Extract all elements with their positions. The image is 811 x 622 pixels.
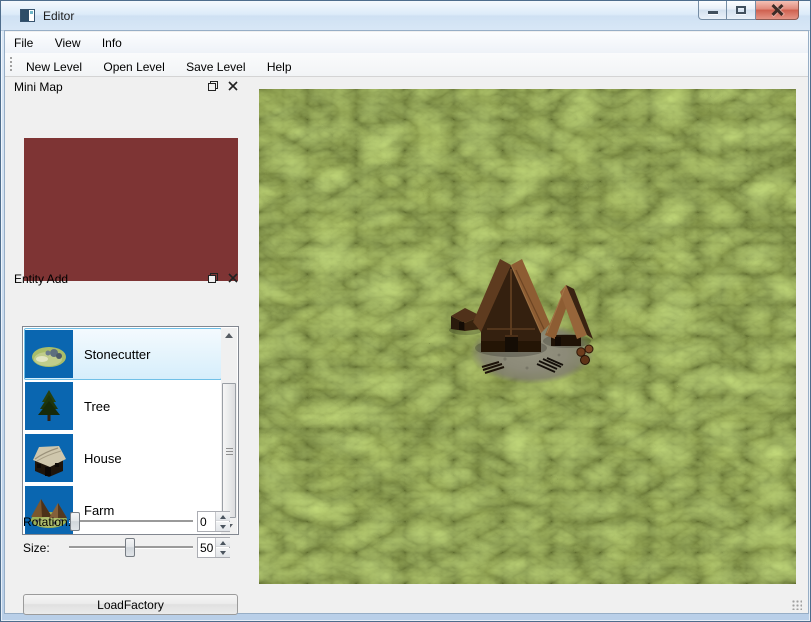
size-label: Size:: [23, 541, 50, 555]
list-item-stonecutter[interactable]: Stonecutter: [24, 328, 222, 380]
client-area: File View Info New Level Open Level Save…: [5, 31, 808, 613]
stonecutter-thumbnail-icon: [25, 330, 73, 378]
entity-add-float-button[interactable]: [205, 271, 221, 286]
rotation-label: Rotation:: [23, 515, 71, 529]
maximize-button[interactable]: [727, 1, 756, 20]
size-value-input[interactable]: [200, 539, 214, 556]
minimize-button[interactable]: [698, 1, 727, 20]
size-slider-handle[interactable]: [125, 538, 135, 557]
slider-track[interactable]: [69, 520, 193, 522]
menu-view[interactable]: View: [46, 32, 90, 53]
spin-buttons: [215, 538, 229, 557]
window-controls: [698, 1, 799, 20]
scrollbar-grip-icon: [226, 448, 233, 455]
close-icon: [771, 4, 783, 16]
title-bar[interactable]: Editor: [1, 1, 810, 31]
size-slider[interactable]: [69, 538, 193, 557]
tree-thumbnail-icon: [25, 382, 73, 430]
arrow-up-icon: [225, 333, 233, 338]
size-spin-up-button[interactable]: [216, 538, 230, 547]
rotation-slider[interactable]: [69, 512, 193, 531]
float-icon: [208, 273, 218, 283]
minimap-float-button[interactable]: [205, 79, 221, 94]
menu-info[interactable]: Info: [93, 32, 131, 53]
entity-list: Stonecutter Tree: [22, 326, 239, 535]
size-spin-down-button[interactable]: [216, 548, 230, 557]
window-resize-grip[interactable]: [792, 600, 802, 610]
entity-add-dock-title: Entity Add: [14, 272, 68, 286]
load-factory-button[interactable]: LoadFactory: [23, 594, 238, 615]
rotation-slider-handle[interactable]: [70, 512, 80, 531]
rotation-spinbox: [197, 511, 230, 532]
rotation-value-input[interactable]: [200, 513, 214, 530]
window-title: Editor: [43, 9, 74, 23]
toolbar-open-level-button[interactable]: Open Level: [94, 55, 173, 78]
minimap-dock-title: Mini Map: [14, 80, 63, 94]
rotation-spin-up-button[interactable]: [216, 512, 230, 521]
minimap-canvas[interactable]: [24, 138, 238, 281]
minimize-icon: [708, 11, 718, 14]
minimap-close-button[interactable]: [225, 79, 241, 94]
scroll-up-button[interactable]: [221, 328, 237, 344]
spin-buttons: [215, 512, 229, 531]
list-item-house[interactable]: House: [24, 432, 222, 484]
entity-add-dock-titlebar[interactable]: Entity Add: [7, 270, 257, 289]
list-item-label: Tree: [84, 399, 110, 414]
float-icon: [208, 81, 218, 91]
scrollbar-thumb[interactable]: [222, 383, 236, 518]
close-button[interactable]: [756, 1, 799, 20]
toolbar: New Level Open Level Save Level Help: [5, 53, 808, 77]
list-item-label: House: [84, 451, 122, 466]
list-item-tree[interactable]: Tree: [24, 380, 222, 432]
entity-list-scrollbar[interactable]: [221, 328, 237, 534]
toolbar-new-level-button[interactable]: New Level: [17, 55, 91, 78]
minimap-dock-titlebar[interactable]: Mini Map: [7, 78, 257, 97]
list-item-label: Stonecutter: [84, 347, 151, 362]
rotation-spin-down-button[interactable]: [216, 522, 230, 531]
toolbar-help-button[interactable]: Help: [258, 55, 301, 78]
size-spinbox: [197, 537, 230, 558]
toolbar-save-level-button[interactable]: Save Level: [177, 55, 254, 78]
app-window: Editor File View Info New Level Open Lev…: [0, 0, 811, 622]
close-icon: [225, 271, 241, 286]
maximize-icon: [736, 6, 746, 14]
house-thumbnail-icon: [25, 434, 73, 482]
menu-bar: File View Info: [5, 32, 808, 53]
menu-file[interactable]: File: [5, 32, 42, 53]
entity-add-close-button[interactable]: [225, 271, 241, 286]
close-icon: [225, 79, 241, 94]
app-icon: [20, 9, 35, 22]
level-viewport[interactable]: [259, 89, 796, 584]
toolbar-drag-handle[interactable]: [9, 56, 13, 73]
